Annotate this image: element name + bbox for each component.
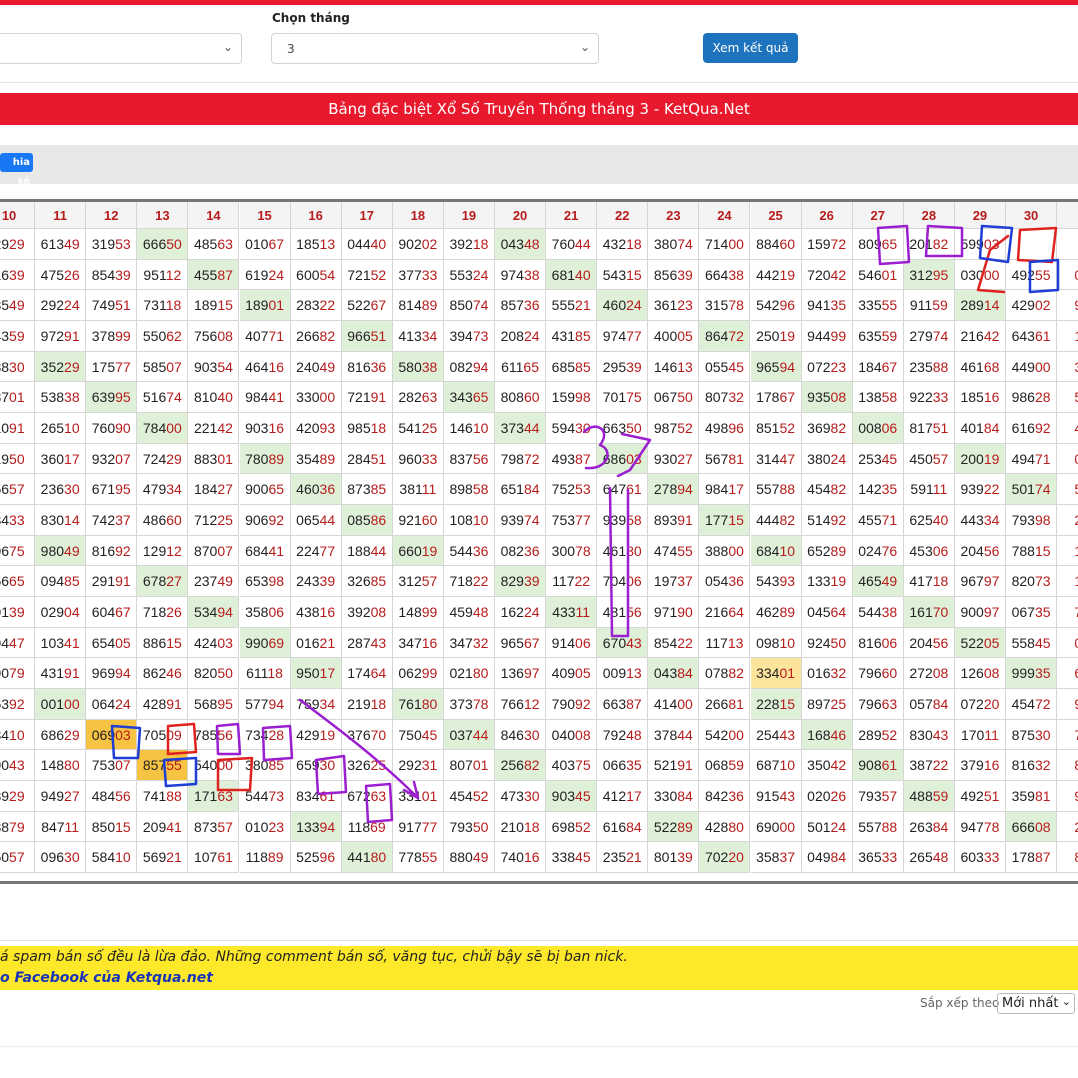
hand-drawn-annotations xyxy=(110,224,1060,824)
ink-square-purple xyxy=(261,724,294,762)
ink-square-blue xyxy=(162,756,198,788)
ink-square-purple xyxy=(876,224,911,266)
ink-digit-5-bracket xyxy=(616,432,652,478)
ink-square-blue xyxy=(110,724,142,760)
ink-long-bracket xyxy=(608,486,630,638)
ink-square-purple xyxy=(924,224,964,258)
ink-bracket-red xyxy=(976,234,1010,294)
ink-digit-3 xyxy=(582,425,609,470)
ink-square-purple xyxy=(314,754,348,796)
ink-square-blue xyxy=(1028,258,1060,294)
ink-square-purple xyxy=(364,782,394,824)
ink-square-red xyxy=(166,722,198,756)
ink-square-red xyxy=(216,756,254,792)
ink-square-purple xyxy=(215,722,242,756)
ink-square-red xyxy=(1016,226,1058,264)
